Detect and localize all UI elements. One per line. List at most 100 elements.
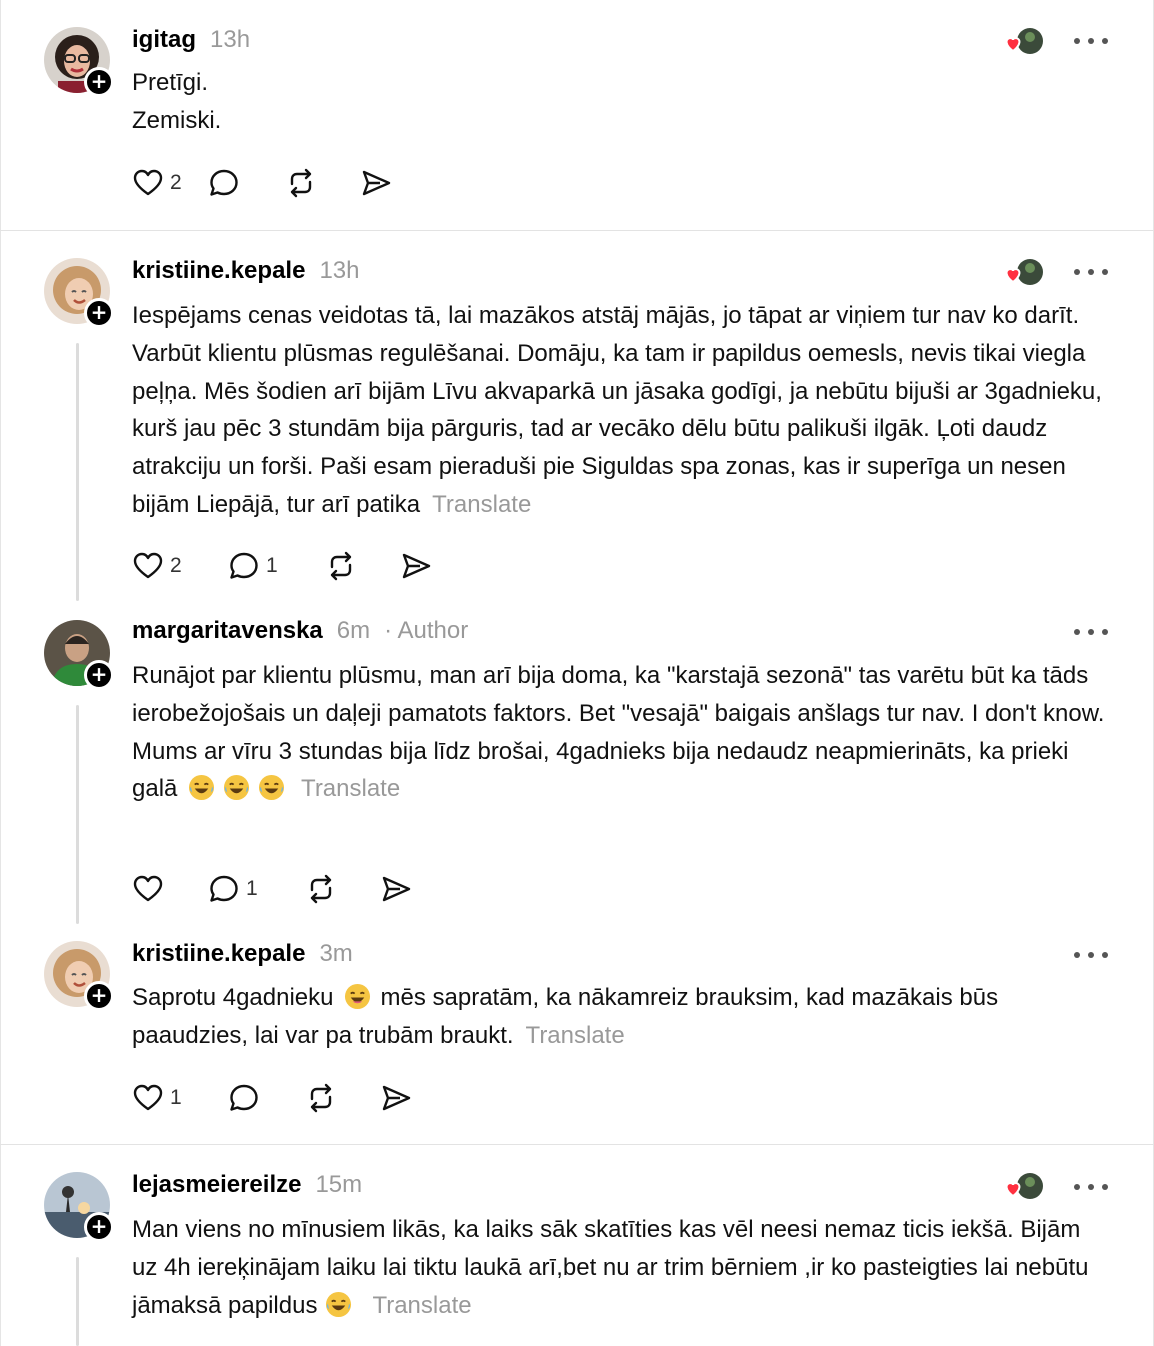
like-count: 2 [170, 171, 182, 194]
repost-button[interactable] [284, 166, 360, 200]
timestamp[interactable]: 15m [315, 1171, 362, 1199]
post-body: Pretīgi. Zemiski. [132, 64, 1112, 140]
timestamp[interactable]: 3m [319, 940, 352, 968]
username[interactable]: igitag [132, 26, 196, 54]
comment-icon [210, 169, 238, 196]
post-text-line: Pretīgi. [132, 69, 209, 96]
like-count: 2 [170, 554, 182, 577]
post-text: Man viens no mīnusiem likās, ka laiks sā… [132, 1216, 1089, 1319]
repost-icon [330, 551, 352, 581]
translate-link[interactable]: Translate [301, 775, 400, 802]
repost-icon [310, 1083, 332, 1113]
post-header: margaritavenska 6m · Author [132, 617, 468, 645]
repost-button[interactable] [304, 1081, 380, 1115]
username[interactable]: kristiine.kepale [132, 940, 305, 968]
post-body: Iespējams cenas veidotas tā, lai mazākos… [132, 297, 1112, 524]
heart-icon [133, 169, 163, 196]
thread-line [76, 705, 79, 924]
post-lejasmeiereilze: + lejasmeiereilze 15m Man viens no mīnus… [0, 1145, 1154, 1346]
post-header: kristiine.kepale 3m [132, 940, 353, 968]
translate-link[interactable]: Translate [526, 1022, 625, 1049]
repost-button[interactable] [304, 872, 380, 906]
laughing-tears-emoji-icon [224, 775, 250, 801]
send-icon [382, 876, 411, 902]
reply-button[interactable] [208, 166, 284, 200]
avatar[interactable]: + [44, 941, 114, 1011]
thread-line [76, 343, 79, 601]
translate-link[interactable]: Translate [432, 491, 531, 518]
timestamp[interactable]: 13h [319, 257, 359, 285]
share-button[interactable] [360, 166, 410, 200]
username[interactable]: lejasmeiereilze [132, 1171, 301, 1199]
like-button[interactable] [132, 872, 208, 906]
follow-plus-button[interactable]: + [84, 67, 114, 97]
post-text-line: Zemiski. [132, 106, 222, 134]
share-button[interactable] [380, 872, 430, 906]
post-text: Runājot par klientu plūsmu, man arī bija… [132, 662, 1105, 727]
share-button[interactable] [400, 549, 450, 583]
post-text: Iespējams cenas veidotas tā, lai mazākos… [132, 302, 1102, 518]
laughing-tears-emoji-icon [259, 775, 285, 801]
reply-button[interactable]: 1 [228, 549, 324, 583]
thread-line [76, 1257, 79, 1346]
post-kristiine-kepale: + kristiine.kepale 13h Iespējams cenas v… [0, 231, 1154, 601]
like-button[interactable]: 2 [132, 549, 228, 583]
post-body: Runājot par klientu plūsmu, man arī bija… [132, 657, 1112, 808]
post-kristiine-kepale-reply: + kristiine.kepale 3m Saprotu 4gadnieku m… [0, 924, 1154, 1144]
post-actions: 1 [132, 872, 430, 906]
timestamp[interactable]: 13h [210, 26, 250, 54]
timestamp[interactable]: 6m [337, 617, 370, 645]
avatar[interactable]: + [44, 1172, 114, 1242]
comment-icon [230, 1084, 258, 1111]
follow-plus-button[interactable]: + [84, 981, 114, 1011]
follow-plus-button[interactable]: + [84, 298, 114, 328]
share-button[interactable] [380, 1081, 430, 1115]
separator-dot: · [384, 617, 393, 644]
like-count: 1 [170, 1086, 182, 1109]
avatar[interactable]: + [44, 258, 114, 328]
more-options-icon[interactable] [1074, 950, 1108, 960]
more-options-icon[interactable] [1074, 267, 1108, 277]
avatar[interactable]: + [44, 620, 114, 690]
send-icon [382, 1085, 411, 1111]
post-igitag: + igitag 13h Pretīgi. Zemiski. 2 [0, 0, 1154, 230]
heart-icon [133, 552, 163, 579]
username[interactable]: kristiine.kepale [132, 257, 305, 285]
repost-button[interactable] [324, 549, 400, 583]
post-body: Saprotu 4gadnieku mēs sapratām, ka nākamr… [132, 979, 1112, 1055]
translate-link[interactable]: Translate [372, 1292, 471, 1319]
more-options-icon[interactable] [1074, 627, 1108, 637]
post-header: kristiine.kepale 13h [132, 257, 359, 285]
grinning-emoji-icon [344, 983, 370, 1010]
post-margaritavenska: + margaritavenska 6m · Author Runājot pa… [0, 601, 1154, 924]
reply-count: 1 [266, 554, 278, 577]
like-button[interactable]: 2 [132, 166, 208, 200]
heart-icon [133, 875, 163, 902]
comment-icon [210, 875, 238, 902]
author-badge: · Author [384, 617, 468, 645]
liked-by-avatar-icon [1003, 258, 1047, 288]
reply-button[interactable] [228, 1081, 304, 1115]
avatar[interactable]: + [44, 27, 114, 97]
send-icon [402, 553, 431, 579]
comment-icon [230, 552, 258, 579]
post-header: igitag 13h [132, 26, 250, 54]
laughing-tears-emoji-icon [189, 775, 215, 801]
author-label: Author [397, 617, 469, 644]
post-actions: 2 1 [132, 549, 450, 583]
reply-button[interactable]: 1 [208, 872, 304, 906]
like-button[interactable]: 1 [132, 1081, 228, 1115]
repost-icon [310, 874, 332, 904]
laughing-tears-emoji-icon [326, 1291, 352, 1317]
post-actions: 2 [132, 166, 410, 200]
post-actions: 1 [132, 1081, 430, 1115]
repost-icon [290, 168, 312, 198]
follow-plus-button[interactable]: + [84, 1212, 114, 1242]
username[interactable]: margaritavenska [132, 617, 323, 645]
more-options-icon[interactable] [1074, 36, 1108, 46]
heart-icon [133, 1084, 163, 1111]
post-body: Man viens no mīnusiem likās, ka laiks sā… [132, 1211, 1112, 1324]
follow-plus-button[interactable]: + [84, 660, 114, 690]
send-icon [362, 170, 391, 196]
more-options-icon[interactable] [1074, 1182, 1108, 1192]
